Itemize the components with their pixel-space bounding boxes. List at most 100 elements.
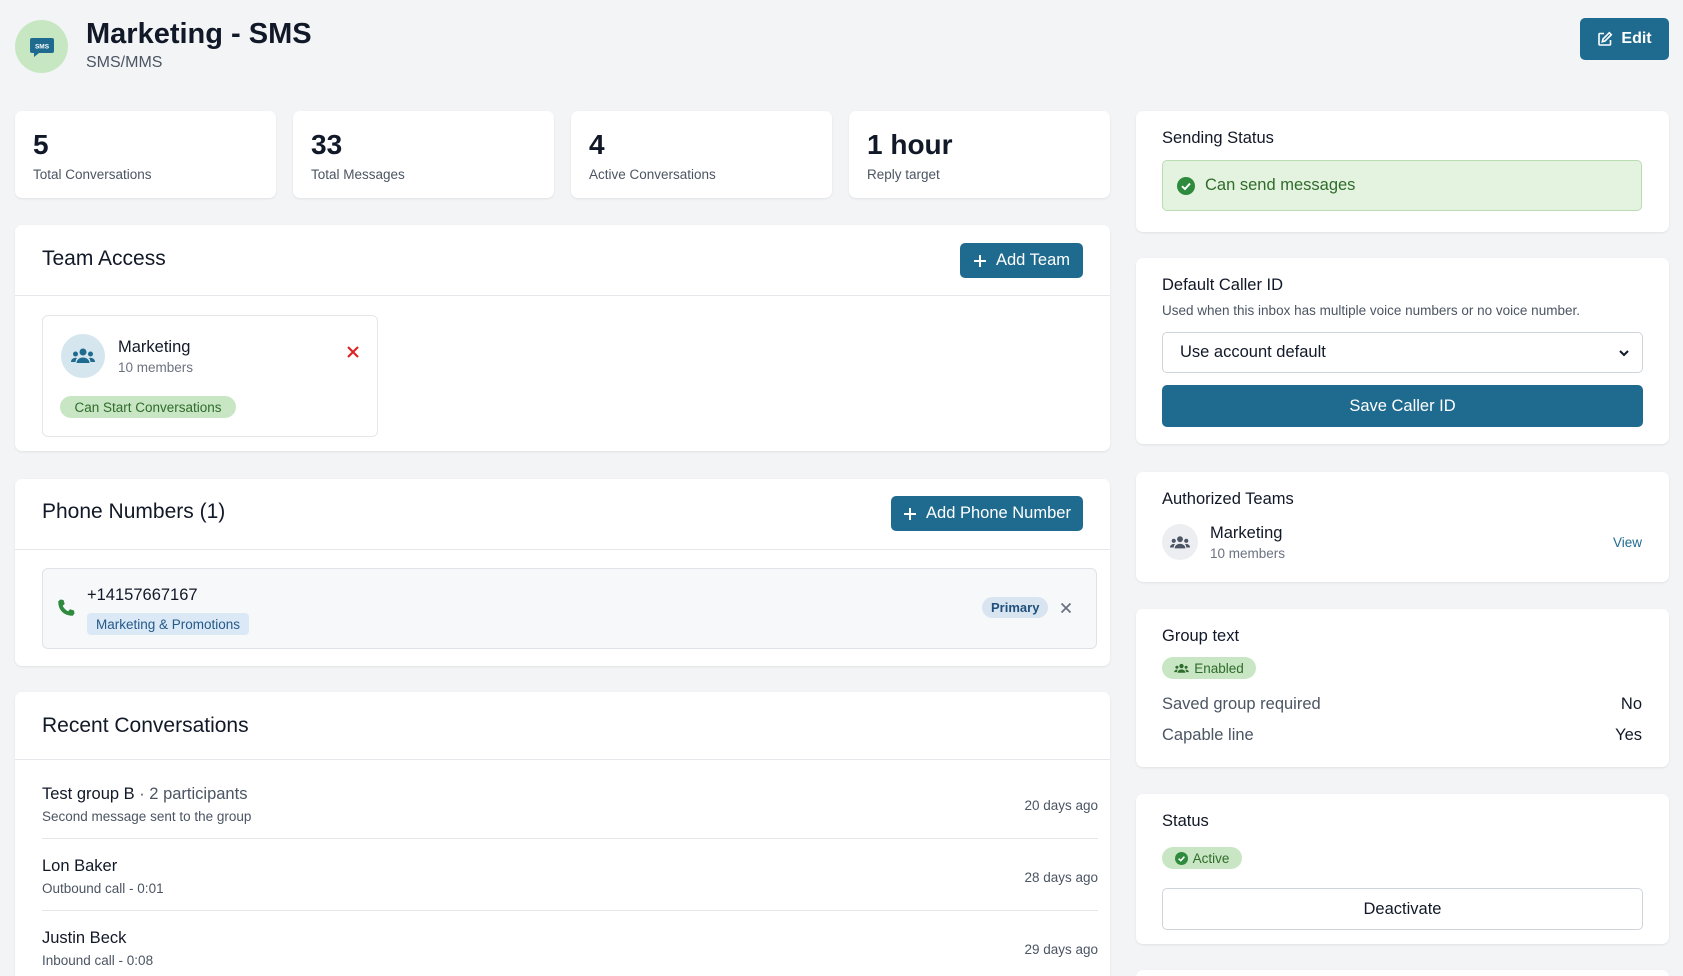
view-team-link[interactable]: View <box>1613 535 1642 550</box>
stat-value: 33 <box>311 129 343 160</box>
capable-line-value: Yes <box>1615 726 1642 744</box>
sending-status-text: Can send messages <box>1205 176 1356 194</box>
inbox-avatar: SMS <box>15 20 68 73</box>
plus-icon <box>904 507 917 520</box>
caller-id-description: Used when this inbox has multiple voice … <box>1162 303 1580 318</box>
add-phone-number-label: Add Phone Number <box>926 504 1071 522</box>
remove-team-icon[interactable] <box>345 344 361 360</box>
authorized-team-members: 10 members <box>1210 546 1286 561</box>
team-members: 10 members <box>118 360 194 375</box>
conversation-name: Test group B · 2 participants <box>42 785 247 804</box>
status-badge: Active <box>1162 847 1242 869</box>
conversation-preview: Inbound call - 0:08 <box>42 953 154 968</box>
conversation-title: Lon Baker <box>42 857 118 875</box>
edit-button[interactable]: Edit <box>1580 18 1669 60</box>
remove-phone-icon[interactable] <box>1060 602 1072 614</box>
permission-label: Can Start Conversations <box>74 399 222 415</box>
conversation-name: Justin Beck <box>42 929 126 948</box>
team-access-card: Team Access Add Team Marketing 10 member… <box>15 225 1110 451</box>
add-team-button[interactable]: Add Team <box>960 243 1083 278</box>
divider <box>15 759 1110 760</box>
authorized-team-name: Marketing <box>1210 524 1283 542</box>
conversation-time: 28 days ago <box>1024 870 1098 885</box>
conversation-title: Justin Beck <box>42 929 127 947</box>
check-circle-icon <box>1174 851 1188 865</box>
sending-status-title: Sending Status <box>1162 129 1274 147</box>
stat-card-reply-target: 1 hour Reply target <box>849 111 1110 198</box>
page-subtitle: SMS/MMS <box>86 54 163 71</box>
stat-label: Reply target <box>867 167 940 182</box>
divider <box>15 549 1110 550</box>
saved-group-required-value: No <box>1620 695 1642 713</box>
phone-icon <box>58 599 75 616</box>
deactivate-button[interactable]: Deactivate <box>1162 888 1643 930</box>
chevron-down-icon <box>1619 350 1629 357</box>
save-caller-id-button[interactable]: Save Caller ID <box>1162 385 1643 427</box>
phone-numbers-card: Phone Numbers (1) Add Phone Number +1415… <box>15 479 1110 666</box>
team-icon <box>71 348 95 363</box>
status-card: Status Active Deactivate <box>1136 794 1669 944</box>
add-team-label: Add Team <box>996 251 1070 269</box>
sending-status-alert: Can send messages <box>1162 160 1642 211</box>
status-title: Status <box>1162 812 1209 830</box>
stat-card-active-conversations: 4 Active Conversations <box>571 111 832 198</box>
stat-label: Total Messages <box>311 167 405 182</box>
caller-id-card: Default Caller ID Used when this inbox h… <box>1136 258 1669 444</box>
sms-icon: SMS <box>29 37 54 57</box>
stat-label: Active Conversations <box>589 167 716 182</box>
team-icon <box>1170 535 1190 548</box>
team-card: Marketing 10 members Can Start Conversat… <box>42 315 378 437</box>
team-access-title: Team Access <box>42 247 166 270</box>
divider <box>15 295 1110 296</box>
stat-card-total-messages: 33 Total Messages <box>293 111 554 198</box>
conversation-preview: Second message sent to the group <box>42 809 252 824</box>
edit-icon <box>1598 31 1613 46</box>
svg-text:SMS: SMS <box>34 43 49 50</box>
caller-id-select[interactable]: Use account default <box>1162 332 1643 373</box>
phone-numbers-title: Phone Numbers (1) <box>42 500 226 523</box>
saved-group-required-label: Saved group required <box>1162 695 1321 713</box>
page-title: Marketing - SMS <box>86 18 312 50</box>
team-avatar <box>61 334 105 378</box>
recent-conversations-card: Recent Conversations Test group B · 2 pa… <box>15 692 1110 976</box>
capable-line-label: Capable line <box>1162 726 1254 744</box>
group-text-badge: Enabled <box>1162 657 1256 679</box>
caller-id-title: Default Caller ID <box>1162 276 1284 294</box>
caller-id-selected: Use account default <box>1180 343 1326 361</box>
bottom-card <box>1136 970 1669 976</box>
primary-badge: Primary <box>982 597 1049 618</box>
participants-count: · 2 participants <box>134 785 248 803</box>
team-icon <box>1174 663 1190 673</box>
conversation-row[interactable]: Lon Baker Outbound call - 0:01 28 days a… <box>42 840 1098 911</box>
conversation-row[interactable]: Justin Beck Inbound call - 0:08 29 days … <box>42 912 1098 976</box>
group-text-card: Group text Enabled Saved group required … <box>1136 609 1669 767</box>
conversation-time: 29 days ago <box>1024 942 1098 957</box>
phone-number-item: +14157667167 Marketing & Promotions Prim… <box>42 568 1097 649</box>
conversation-preview: Outbound call - 0:01 <box>42 881 164 896</box>
group-text-badge-label: Enabled <box>1194 660 1244 676</box>
stat-value: 4 <box>589 129 605 160</box>
sending-status-card: Sending Status Can send messages <box>1136 111 1669 232</box>
conversation-title: Test group B <box>42 785 135 803</box>
team-avatar <box>1162 524 1198 560</box>
stat-value: 1 hour <box>867 129 953 160</box>
authorized-teams-card: Authorized Teams Marketing 10 members Vi… <box>1136 472 1669 582</box>
conversation-time: 20 days ago <box>1024 798 1098 813</box>
authorized-teams-title: Authorized Teams <box>1162 490 1294 508</box>
phone-number-tag: Marketing & Promotions <box>87 613 250 635</box>
recent-conversations-title: Recent Conversations <box>42 714 249 737</box>
check-circle-icon <box>1177 176 1195 195</box>
stat-label: Total Conversations <box>33 167 152 182</box>
team-name: Marketing <box>118 338 191 356</box>
status-badge-label: Active <box>1192 850 1230 866</box>
edit-label: Edit <box>1621 30 1652 47</box>
conversation-row[interactable]: Test group B · 2 participants Second mes… <box>42 768 1098 839</box>
stat-card-total-conversations: 5 Total Conversations <box>15 111 276 198</box>
plus-icon <box>974 254 986 267</box>
add-phone-number-button[interactable]: Add Phone Number <box>891 496 1083 531</box>
group-text-title: Group text <box>1162 627 1240 645</box>
conversation-name: Lon Baker <box>42 857 117 876</box>
permission-badge: Can Start Conversations <box>60 396 236 418</box>
stat-value: 5 <box>33 129 49 160</box>
phone-number: +14157667167 <box>87 586 198 604</box>
